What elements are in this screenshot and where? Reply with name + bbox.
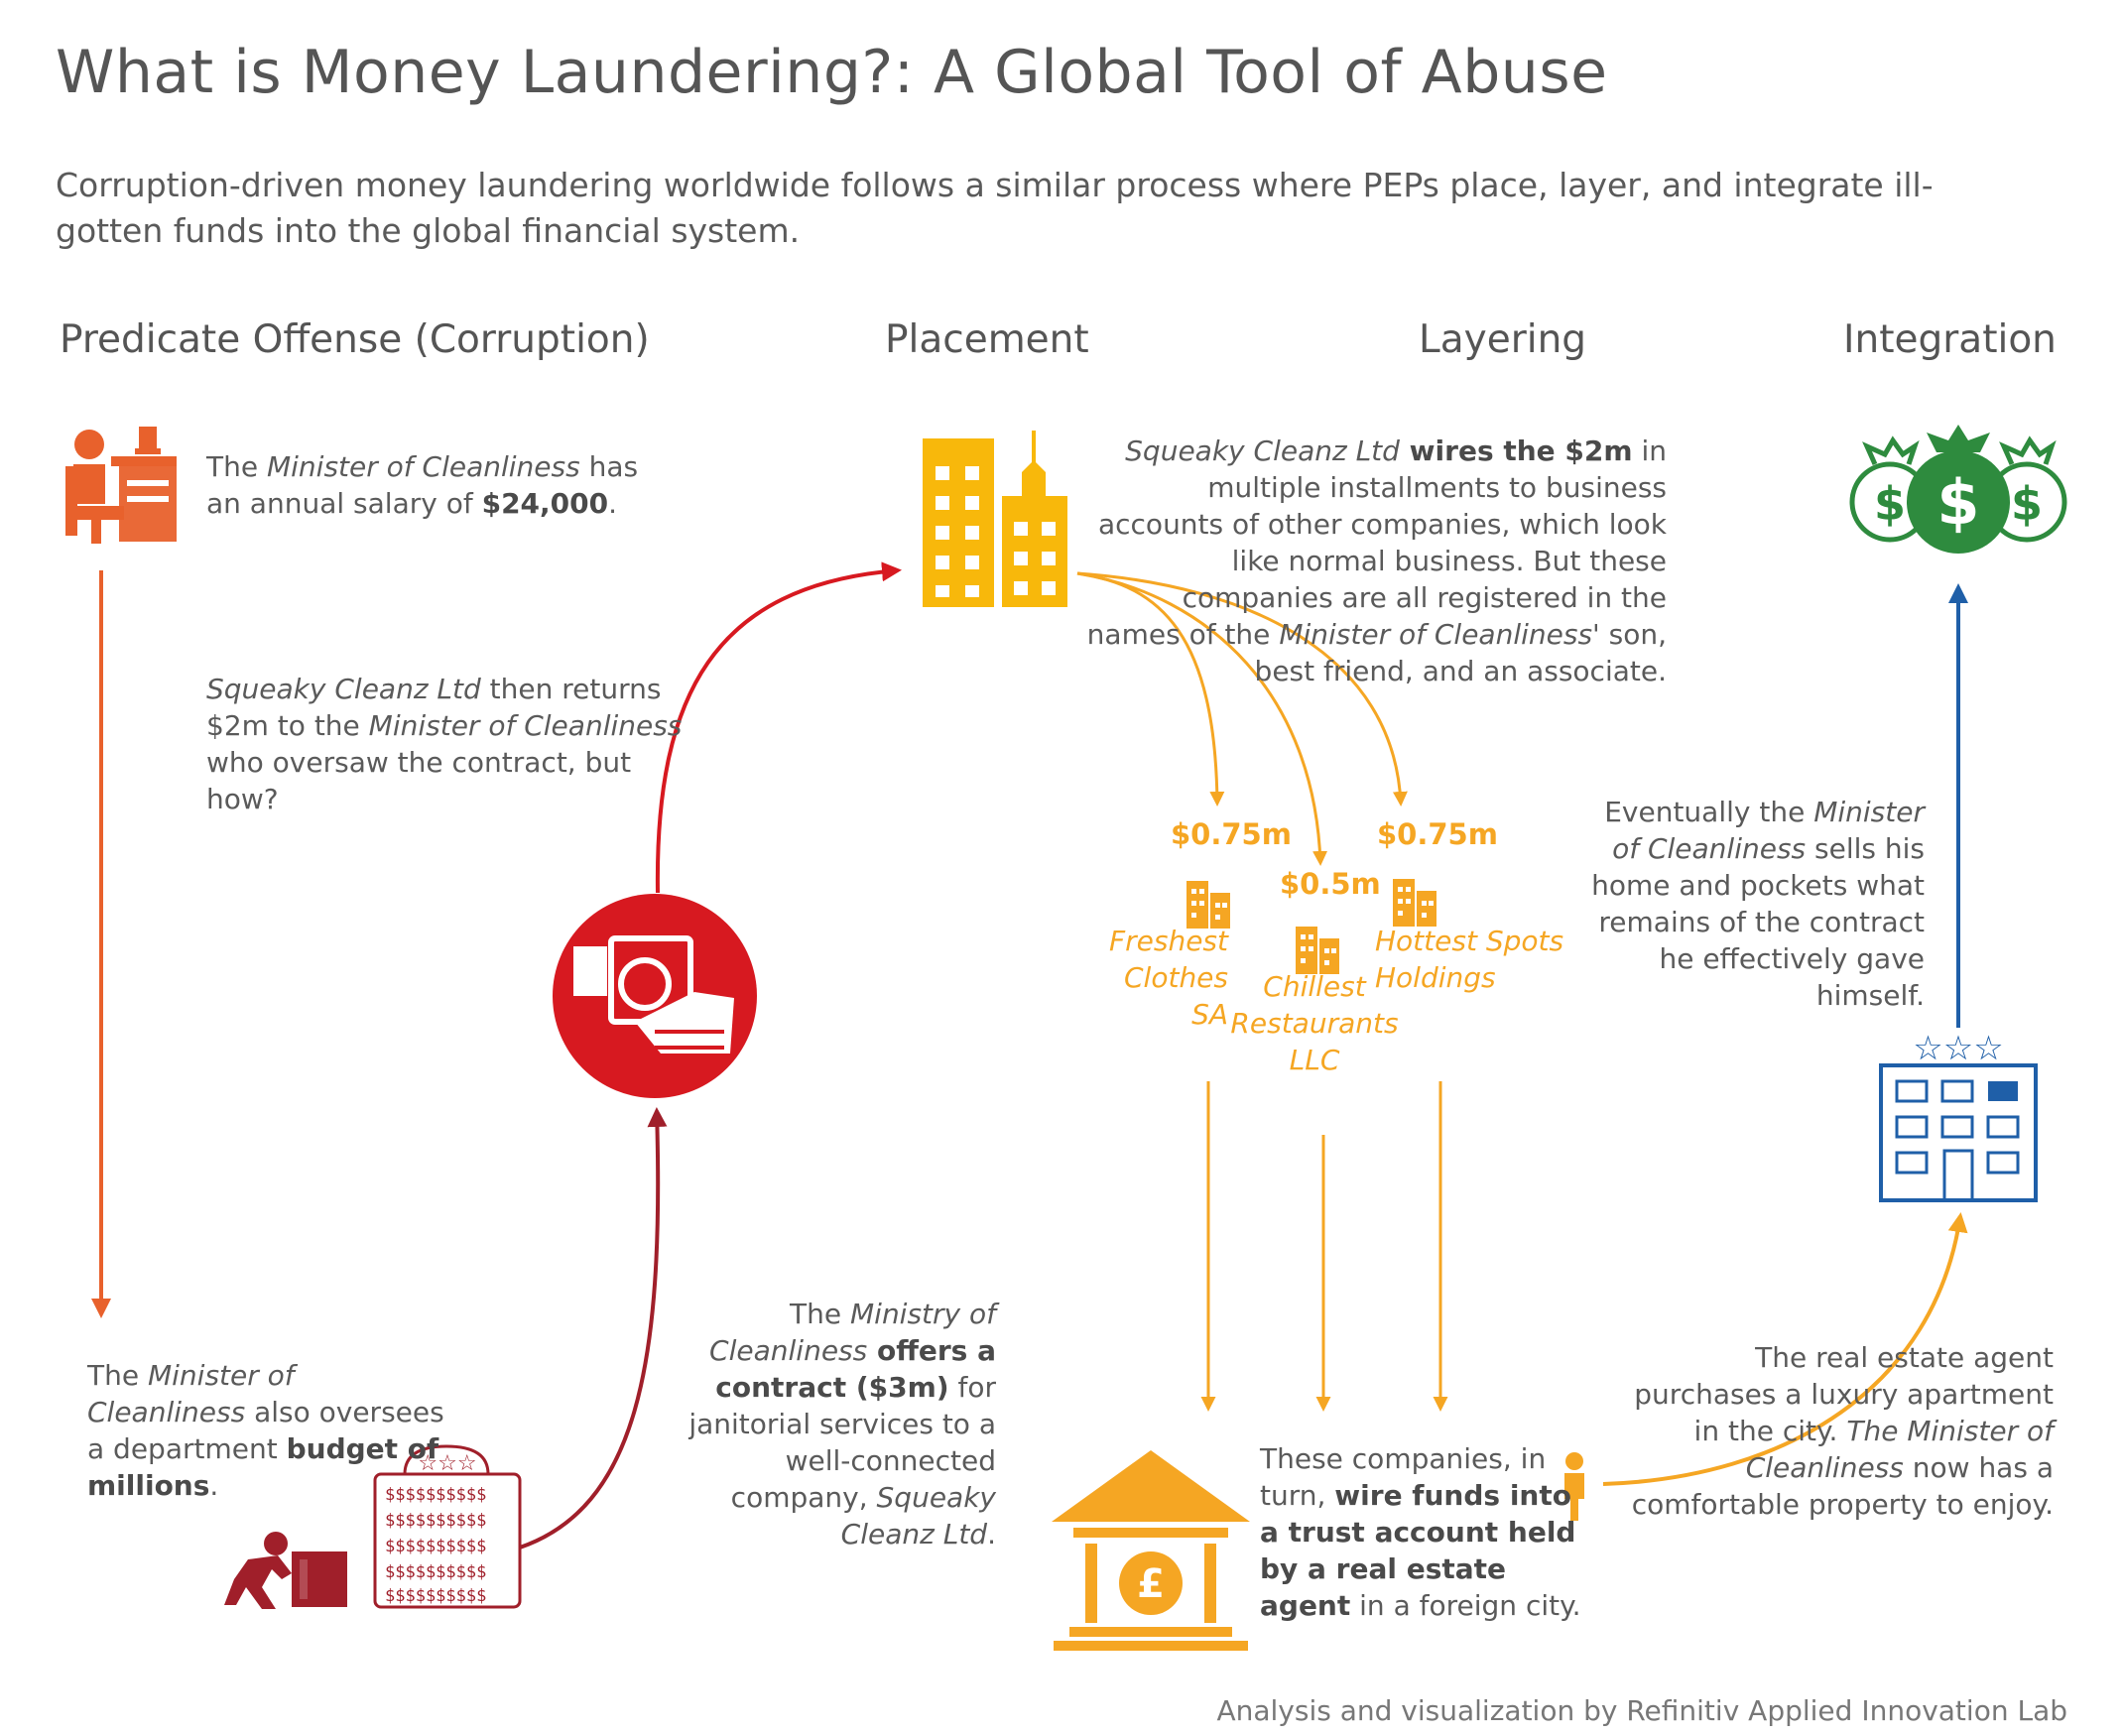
company-3-amount: $0.75m (1377, 817, 1498, 851)
svg-text:$$$$$$$$$$: $$$$$$$$$$ (385, 1562, 486, 1582)
wires-text: Squeaky Cleanz Ltd wires the $2m in mult… (1086, 434, 1667, 687)
company-3-name: Hottest Spots Holdings (1375, 925, 1564, 994)
returns-text: Squeaky Cleanz Ltd then returns $2m to t… (206, 673, 683, 815)
company-2-amount: $0.5m (1280, 867, 1381, 901)
bank-pound-icon: £ (1052, 1450, 1250, 1651)
svg-text:$: $ (2011, 477, 2043, 531)
contract-text: The Ministry of Cleanliness offers a con… (688, 1298, 996, 1550)
minister-at-desk-icon (65, 427, 177, 544)
svg-text:$$$$$$$$$$: $$$$$$$$$$ (385, 1537, 486, 1556)
city-buildings-icon (923, 431, 1067, 607)
small-building-icon (1186, 881, 1230, 929)
svg-text:$$$$$$$$$$: $$$$$$$$$$ (385, 1511, 486, 1531)
sells-text: Eventually the Minister of Cleanliness s… (1591, 796, 1925, 1012)
person-pushing-vault-icon (224, 1532, 347, 1609)
bribe-hand-icon (553, 894, 757, 1098)
arrow-contract (519, 1107, 668, 1550)
agent-text: The real estate agent purchases a luxury… (1631, 1341, 2054, 1521)
small-building-icon (1393, 879, 1436, 927)
small-building-icon (1296, 927, 1339, 974)
trust-text: These companies, in turn, wire funds int… (1260, 1442, 1581, 1622)
credit-footer: Analysis and visualization by Refinitiv … (1216, 1694, 2067, 1727)
svg-text:$: $ (1874, 477, 1906, 531)
svg-text:☆☆☆: ☆☆☆ (1913, 1029, 2003, 1068)
company-1-name: Freshest Clothes SA (1109, 925, 1228, 1031)
money-bags-icon: $ $ $ (1849, 425, 2067, 554)
svg-text:$$$$$$$$$$: $$$$$$$$$$ (385, 1586, 486, 1606)
hotel-icon: ☆☆☆ (1879, 1029, 2038, 1202)
svg-text:£: £ (1137, 1561, 1165, 1607)
budget-text: The Minister of Cleanliness also oversee… (87, 1359, 444, 1502)
svg-text:$: $ (1936, 466, 1979, 539)
company-1-amount: $0.75m (1171, 817, 1292, 851)
salary-text: The Minister of Cleanliness has an annua… (206, 450, 639, 520)
